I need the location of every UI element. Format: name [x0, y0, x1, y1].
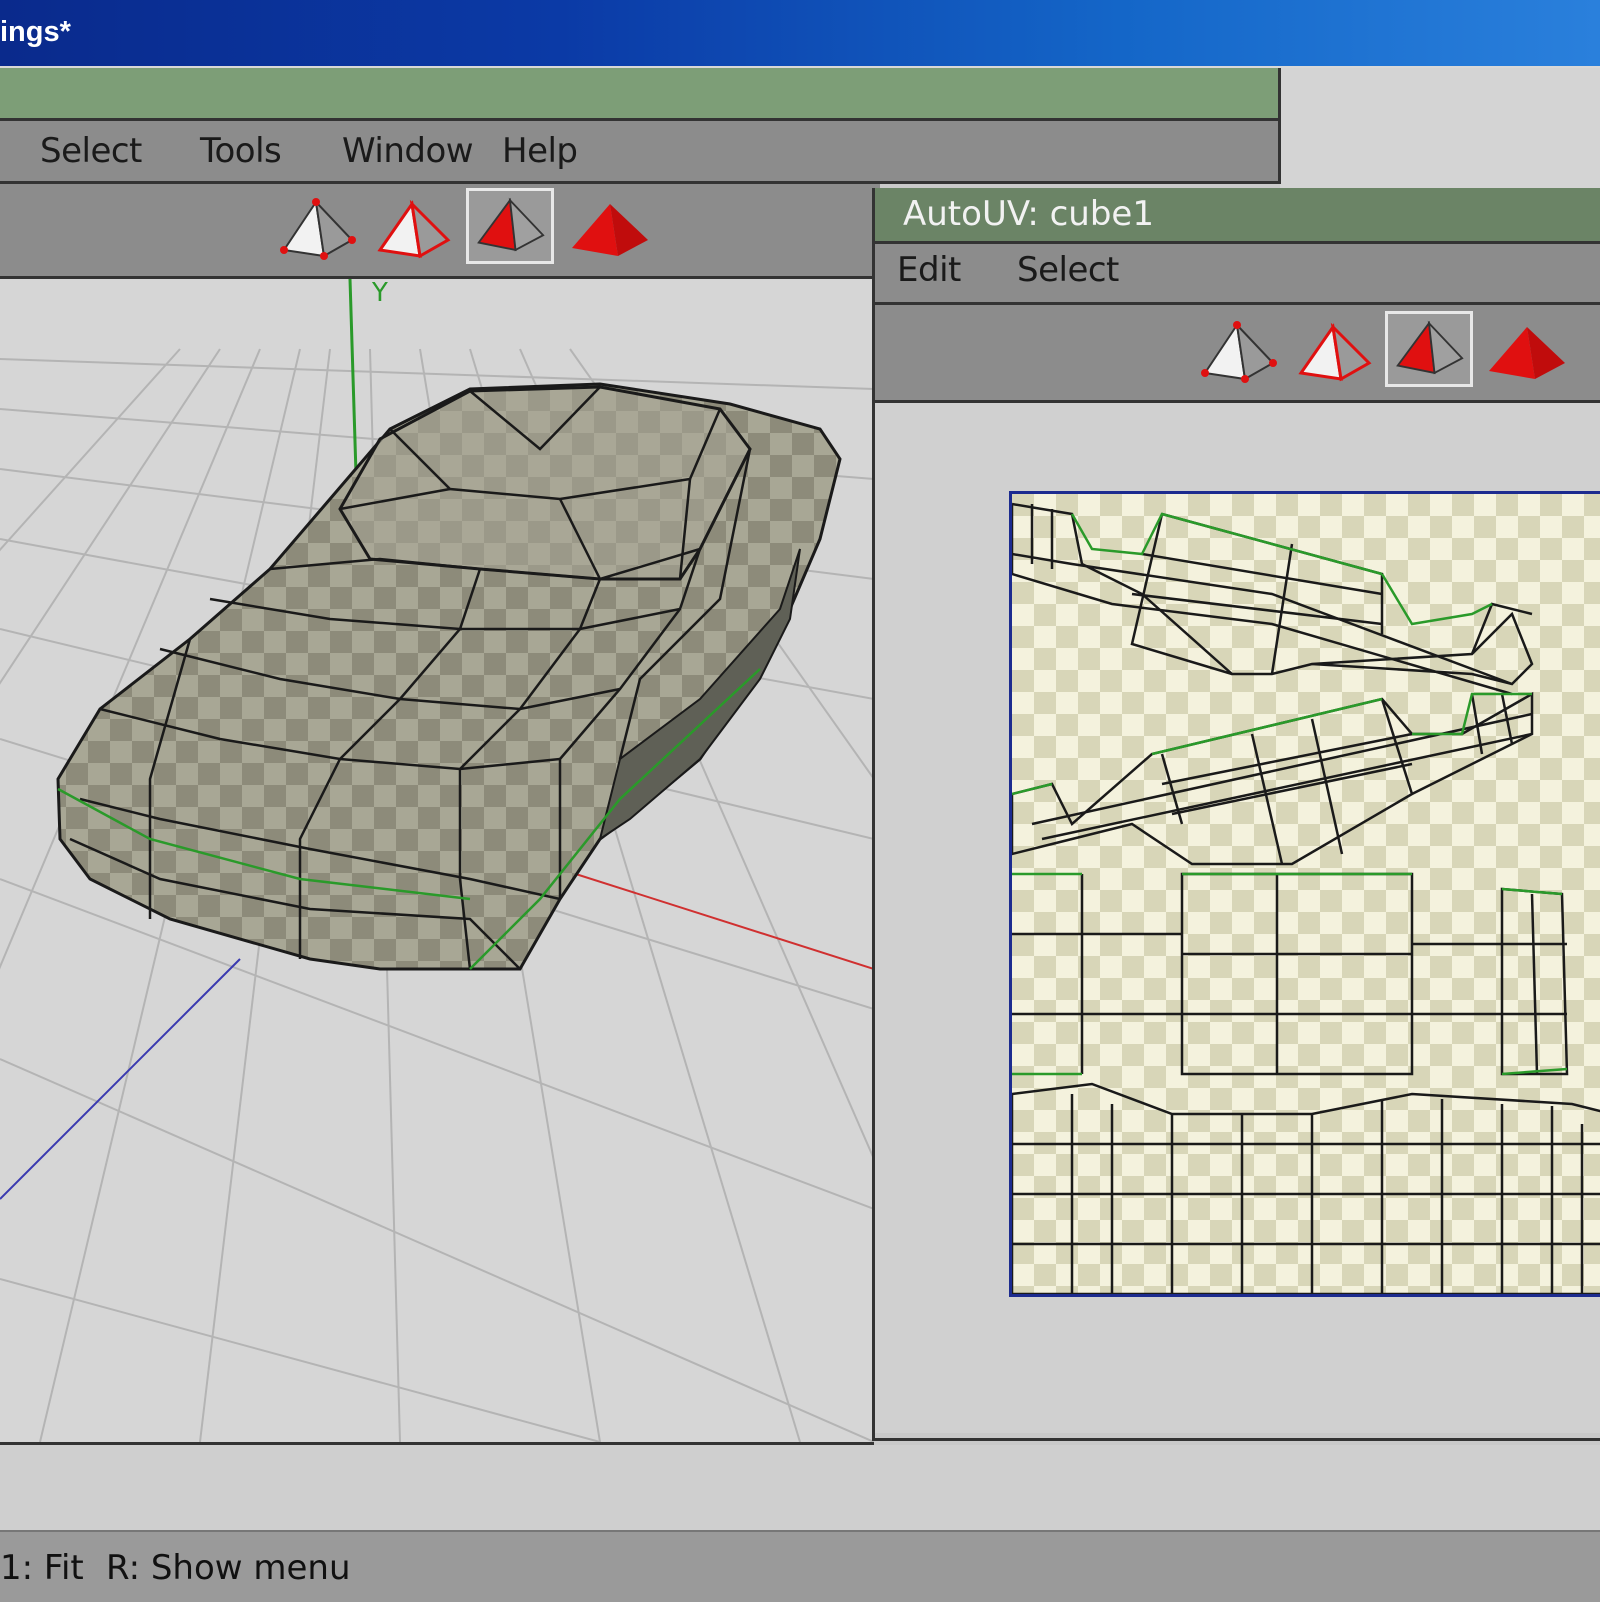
autouv-title: AutoUV: cube1: [903, 194, 1154, 234]
status-right: R: Show menu: [106, 1548, 351, 1588]
app-title: ings*: [0, 16, 71, 48]
window-bottom-area: [0, 1445, 1600, 1530]
body-mode-icon: [1489, 327, 1565, 379]
body-mode-icon: [572, 204, 648, 256]
autouv-work-area[interactable]: [875, 403, 1600, 1433]
uv-texture-canvas[interactable]: [1009, 491, 1600, 1297]
app-title-bar: ings*: [0, 0, 1600, 68]
vertex-mode-icon: [1201, 321, 1277, 383]
desktop-strip: [1280, 68, 1600, 188]
3d-viewport[interactable]: Y: [0, 279, 874, 1445]
autouv-body-mode-button[interactable]: [1483, 315, 1571, 391]
menu-select[interactable]: Select: [40, 131, 142, 171]
face-mode-icon: [477, 197, 545, 252]
menu-window[interactable]: Window: [342, 131, 474, 171]
face-mode-icon: [1396, 320, 1464, 375]
autouv-selection-toolbar: [875, 305, 1600, 403]
edge-mode-button[interactable]: [368, 192, 456, 268]
edge-mode-icon: [1298, 322, 1372, 382]
scene-render: Y: [0, 279, 874, 1442]
edge-mode-icon: [377, 199, 451, 259]
autouv-menu-select[interactable]: Select: [1017, 250, 1119, 290]
status-bar: 1: Fit R: Show menu: [0, 1530, 1600, 1602]
autouv-vertex-mode-button[interactable]: [1193, 315, 1281, 391]
status-left: 1: Fit: [0, 1548, 84, 1588]
face-mode-button[interactable]: [466, 188, 554, 264]
autouv-window: AutoUV: cube1 Edit Select: [872, 188, 1600, 1441]
uv-map-render: [1012, 494, 1600, 1294]
car-model[interactable]: [56, 382, 842, 971]
menu-tools[interactable]: Tools: [200, 131, 282, 171]
vertex-mode-button[interactable]: [272, 192, 360, 268]
autouv-edge-mode-button[interactable]: [1289, 315, 1377, 391]
vertex-mode-icon: [280, 198, 356, 260]
y-axis-label: Y: [371, 279, 388, 308]
geometry-window-title-bar: [0, 68, 1281, 121]
autouv-face-mode-button[interactable]: [1385, 311, 1473, 387]
autouv-title-bar[interactable]: AutoUV: cube1: [875, 188, 1600, 244]
autouv-menubar: Edit Select: [875, 244, 1600, 305]
autouv-menu-edit[interactable]: Edit: [897, 250, 961, 290]
selection-mode-toolbar: [0, 184, 880, 279]
body-mode-button[interactable]: [566, 192, 654, 268]
main-menubar: Select Tools Window Help: [0, 121, 1281, 184]
menu-help[interactable]: Help: [502, 131, 578, 171]
